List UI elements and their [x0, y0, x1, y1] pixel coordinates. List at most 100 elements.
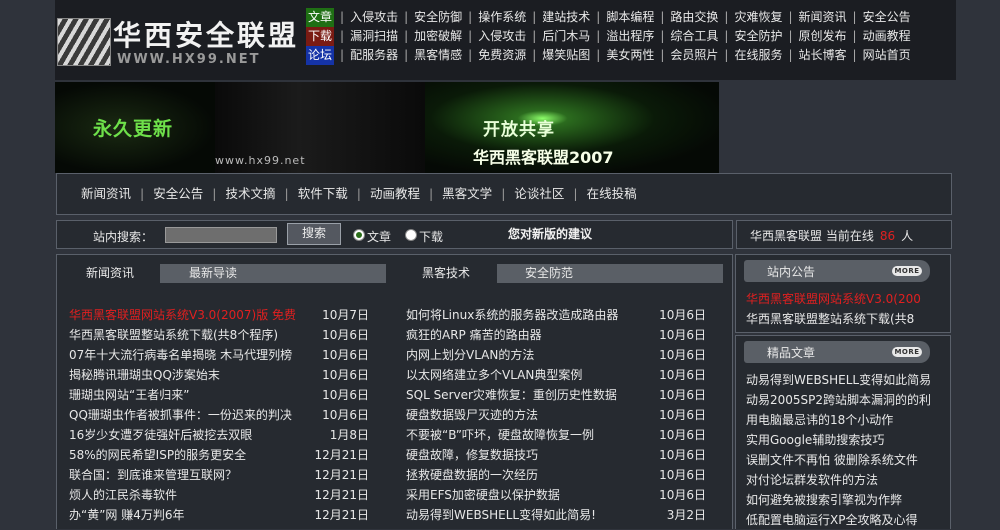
featured-box: 精品文章 MORE 动易得到WEBSHELL变得如此简易 动易2005SP2跨站脚… [735, 335, 951, 529]
category-nav-link[interactable]: 技术文摘 [225, 186, 275, 201]
radio-article[interactable] [353, 229, 365, 241]
top-nav-link[interactable]: 美女两性 [606, 48, 654, 62]
notice-item[interactable]: 华西黑客联盟网站系统V3.0(200 [746, 289, 946, 309]
search-button[interactable]: 搜索 [287, 223, 341, 245]
news-item-title[interactable]: 华西黑客联盟整站系统下载(共8个程序) [69, 325, 305, 345]
news-item-row: 华西黑客联盟网站系统V3.0(2007)版 免费 10月7日 [69, 305, 369, 325]
nav-separator: | [596, 48, 601, 62]
tech-item-title[interactable]: 内网上划分VLAN的方法 [406, 345, 642, 365]
site-logo[interactable]: 华西安全联盟 WWW.HX99.NET [55, 10, 296, 72]
tech-item-date: 10月6日 [659, 328, 706, 342]
category-nav-link[interactable]: 安全公告 [153, 186, 203, 201]
tech-item-title[interactable]: 硬盘数据毁尸灭迹的方法 [406, 405, 642, 425]
top-nav-tag[interactable]: 文章 [306, 8, 335, 27]
notice-list: 华西黑客联盟网站系统V3.0(200 华西黑客联盟整站系统下载(共8 [746, 289, 946, 329]
news-list: 华西黑客联盟网站系统V3.0(2007)版 免费 10月7日 华西黑客联盟整站系统下… [69, 305, 369, 525]
tab-security-defense[interactable]: 安全防范 [497, 264, 723, 283]
featured-more-button[interactable]: MORE [892, 347, 922, 357]
top-nav-link[interactable]: 免费资源 [478, 48, 526, 62]
top-nav-link[interactable]: 操作系统 [478, 10, 526, 24]
tech-item-title[interactable]: 疯狂的ARP 痛苦的路由器 [406, 325, 642, 345]
news-item-date: 10月6日 [322, 408, 369, 422]
search-bar: 站内搜索： 搜索 文章 下载 您对新版的建议 [56, 220, 733, 249]
nav-separator: | [724, 48, 729, 62]
tech-item-date: 3月2日 [666, 508, 706, 522]
top-nav-link[interactable]: 漏洞扫描 [350, 29, 398, 43]
news-item-title[interactable]: 办“黄”网 赚4万判6年 [69, 505, 305, 525]
nav-separator: | [788, 10, 793, 24]
suggestion-link[interactable]: 您对新版的建议 [508, 225, 592, 242]
tech-item-title[interactable]: 如何将Linux系统的服务器改造成路由器 [406, 305, 642, 325]
top-nav-link[interactable]: 安全公告 [863, 10, 911, 24]
top-nav-link[interactable]: 原创发布 [799, 29, 847, 43]
top-nav-link[interactable]: 会员照片 [670, 48, 718, 62]
top-nav-link[interactable]: 在线服务 [734, 48, 782, 62]
tab-hacker-tech[interactable]: 黑客技术 [422, 264, 470, 283]
news-item-date: 12月21日 [314, 448, 369, 462]
tech-item-title[interactable]: SQL Server灾难恢复：重创历史性数据 [406, 385, 642, 405]
nav-separator: | [532, 10, 537, 24]
search-input[interactable] [165, 227, 277, 243]
top-nav-link[interactable]: 安全防御 [414, 10, 462, 24]
top-nav-link[interactable]: 溢出程序 [606, 29, 654, 43]
top-nav-link[interactable]: 爆笑贴图 [542, 48, 590, 62]
featured-item[interactable]: 实用Google辅助搜索技巧 [746, 430, 946, 450]
featured-item[interactable]: 动易2005SP2跨站脚本漏洞的的利 [746, 390, 946, 410]
top-nav-link[interactable]: 脚本编程 [606, 10, 654, 24]
logo-url: WWW.HX99.NET [117, 52, 261, 67]
top-nav-link[interactable]: 黑客情感 [414, 48, 462, 62]
tab-news[interactable]: 新闻资讯 [86, 264, 134, 283]
tech-item-title[interactable]: 动易得到WEBSHELL变得如此简易! [406, 505, 642, 525]
top-nav-tag[interactable]: 论坛 [306, 46, 335, 65]
tech-item-title[interactable]: 拯救硬盘数据的一次经历 [406, 465, 642, 485]
top-nav-link[interactable]: 建站技术 [542, 10, 590, 24]
radio-download[interactable] [405, 229, 417, 241]
category-nav-link[interactable]: 软件下载 [298, 186, 348, 201]
news-item-title[interactable]: 华西黑客联盟网站系统V3.0(2007)版 免费 [69, 305, 305, 325]
top-nav-link[interactable]: 灾难恢复 [734, 10, 782, 24]
top-nav-link[interactable]: 站长博客 [799, 48, 847, 62]
nav-separator: | [404, 10, 409, 24]
featured-item[interactable]: 误删文件不再怕 彼删除系统文件 [746, 450, 946, 470]
top-nav-link[interactable]: 新闻资讯 [799, 10, 847, 24]
featured-item[interactable]: 用电脑最忌讳的18个小动作 [746, 410, 946, 430]
nav-separator: | [340, 10, 345, 24]
top-nav-tag[interactable]: 下载 [306, 27, 335, 46]
news-item-title[interactable]: 珊瑚虫网站“王者归来” [69, 385, 305, 405]
featured-item[interactable]: 动易得到WEBSHELL变得如此简易 [746, 370, 946, 390]
news-item-title[interactable]: 58%的网民希望ISP的服务更安全 [69, 445, 305, 465]
featured-item[interactable]: 如何避免被搜索引擎视为作弊 [746, 490, 946, 510]
tech-item-title[interactable]: 以太网络建立多个VLAN典型案例 [406, 365, 642, 385]
featured-item[interactable]: 低配置电脑运行XP全攻略及心得 [746, 510, 946, 530]
notice-item[interactable]: 华西黑客联盟整站系统下载(共8 [746, 309, 946, 329]
category-nav-link[interactable]: 在线投稿 [587, 186, 637, 201]
top-nav-link[interactable]: 入侵攻击 [478, 29, 526, 43]
notice-more-button[interactable]: MORE [892, 266, 922, 276]
category-nav-link[interactable]: 动画教程 [370, 186, 420, 201]
news-item-date: 1月8日 [329, 428, 369, 442]
tech-item-title[interactable]: 采用EFS加密硬盘以保护数据 [406, 485, 642, 505]
tech-item-title[interactable]: 硬盘故障，修复数据技巧 [406, 445, 642, 465]
news-item-title[interactable]: 16岁少女遭歹徒强奸后被挖去双眼 [69, 425, 305, 445]
banner[interactable]: 永久更新 www.hx99.net 开放共享 华西黑客联盟2007 [55, 82, 719, 173]
news-item-title[interactable]: 联合国：到底谁来管理互联网？ [69, 465, 305, 485]
category-nav-link[interactable]: 新闻资讯 [81, 186, 131, 201]
top-nav-link[interactable]: 动画教程 [863, 29, 911, 43]
top-nav-link[interactable]: 路由交换 [670, 10, 718, 24]
category-nav-link[interactable]: 论谈社区 [514, 186, 564, 201]
top-nav-link[interactable]: 安全防护 [734, 29, 782, 43]
top-nav-link[interactable]: 配服务器 [350, 48, 398, 62]
tech-item-title[interactable]: 不要被“B”吓坏，硬盘故障恢复一例 [406, 425, 642, 445]
top-nav-link[interactable]: 加密破解 [414, 29, 462, 43]
news-item-title[interactable]: 揭秘腾讯珊瑚虫QQ涉案始末 [69, 365, 305, 385]
top-nav-link[interactable]: 入侵攻击 [350, 10, 398, 24]
category-nav-link[interactable]: 黑客文学 [442, 186, 492, 201]
tab-latest-guide[interactable]: 最新导读 [160, 264, 386, 283]
top-nav-link[interactable]: 综合工具 [670, 29, 718, 43]
top-nav-link[interactable]: 后门木马 [542, 29, 590, 43]
featured-item[interactable]: 对付论坛群发软件的方法 [746, 470, 946, 490]
news-item-title[interactable]: 07年十大流行病毒名单揭晓 木马代理列榜 [69, 345, 305, 365]
news-item-title[interactable]: 烦人的江民杀毒软件 [69, 485, 305, 505]
top-nav-link[interactable]: 网站首页 [863, 48, 911, 62]
news-item-title[interactable]: QQ珊瑚虫作者被抓事件：一份迟来的判决 [69, 405, 305, 425]
